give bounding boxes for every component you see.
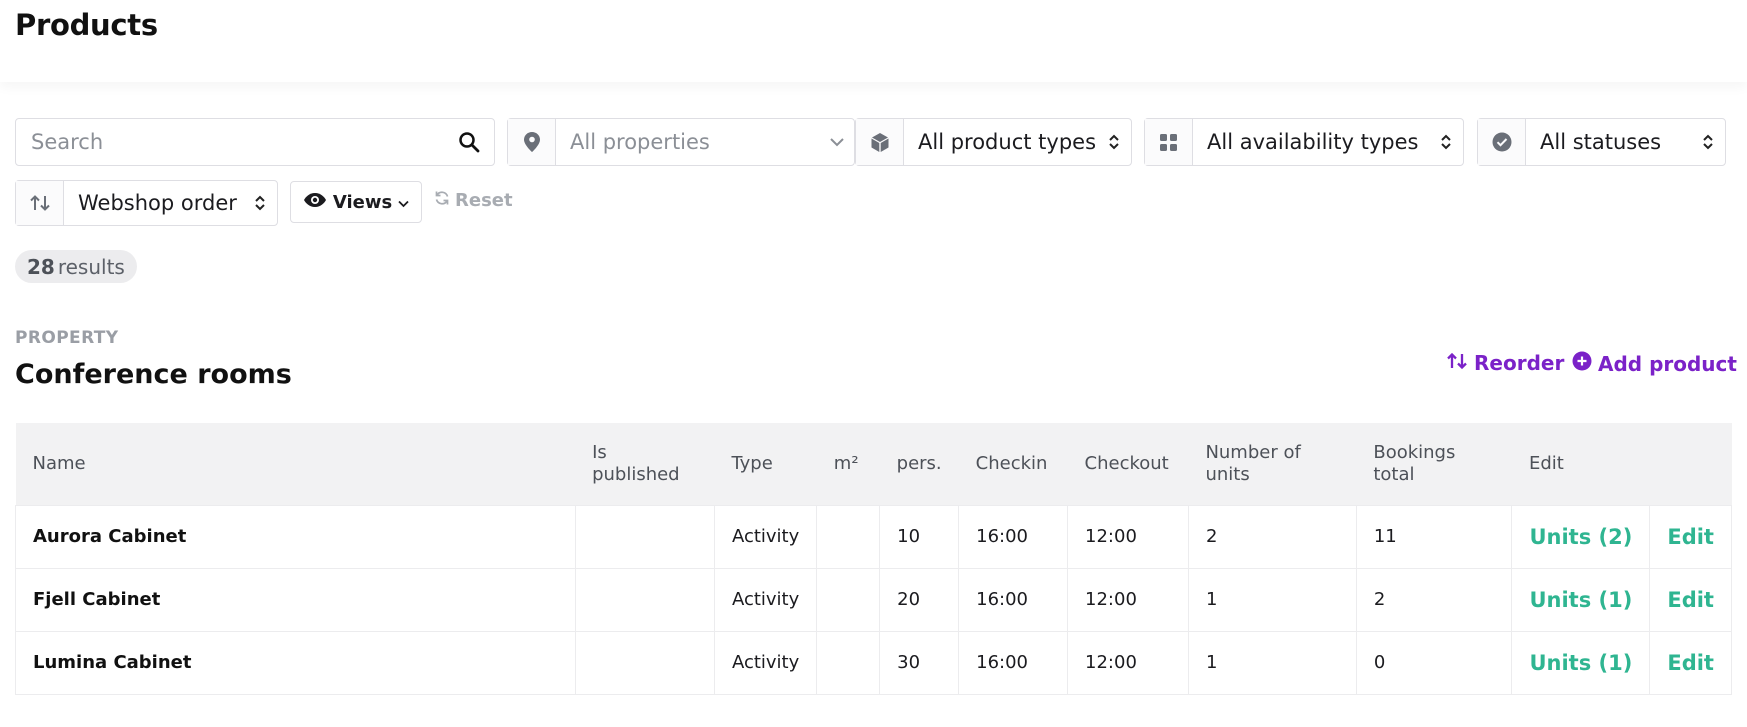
- col-header-area[interactable]: m²: [816, 423, 880, 505]
- edit-link[interactable]: Edit: [1649, 630, 1732, 695]
- statuses-value: All statuses: [1540, 130, 1662, 154]
- search-icon[interactable]: [444, 119, 494, 165]
- reorder-button[interactable]: Reorder: [1446, 351, 1564, 375]
- views-button[interactable]: Views: [290, 181, 422, 223]
- col-header-edit: Edit: [1511, 423, 1732, 505]
- row-units: 1: [1187, 567, 1357, 632]
- eye-icon: [303, 192, 327, 213]
- availability-types-value: All availability types: [1207, 130, 1419, 154]
- check-circle-icon: [1478, 119, 1526, 165]
- edit-link[interactable]: Edit: [1649, 567, 1732, 632]
- table-row: Lumina Cabinet Activity 30 16:00 12:00 1…: [15, 630, 1732, 695]
- updown-caret-icon: [243, 181, 277, 225]
- edit-link[interactable]: Edit: [1649, 504, 1732, 569]
- col-header-units[interactable]: Number of units: [1188, 423, 1357, 505]
- grid-icon: [1145, 119, 1193, 165]
- col-header-units-line2: units: [1205, 463, 1250, 485]
- sort-arrows-icon: [1446, 351, 1468, 375]
- row-published: [574, 567, 715, 632]
- row-name: Aurora Cabinet: [15, 504, 576, 569]
- table-header-row: Name Is published Type m² pers. Checkin C…: [15, 423, 1732, 505]
- statuses-select[interactable]: All statuses: [1477, 118, 1726, 166]
- row-type: Activity: [713, 630, 818, 695]
- add-product-label: Add product: [1598, 351, 1737, 376]
- sort-order-value: Webshop order: [78, 191, 237, 215]
- row-type: Activity: [713, 567, 818, 632]
- row-checkin: 16:00: [958, 630, 1069, 695]
- row-checkin: 16:00: [958, 504, 1069, 569]
- reset-label: Reset: [455, 190, 513, 211]
- row-checkout: 12:00: [1067, 504, 1189, 569]
- row-pers: 10: [879, 504, 960, 569]
- col-header-type[interactable]: Type: [714, 423, 817, 505]
- add-product-button[interactable]: Add product: [1572, 351, 1737, 376]
- col-header-published-line2: published: [592, 463, 680, 485]
- units-link[interactable]: Units (2): [1511, 504, 1651, 569]
- col-header-name[interactable]: Name: [15, 423, 576, 505]
- row-checkin: 16:00: [958, 567, 1069, 632]
- results-count-badge: 28 results: [15, 250, 137, 283]
- row-bookings: 0: [1355, 630, 1513, 695]
- row-published: [574, 630, 715, 695]
- page-header: Products: [0, 0, 1747, 82]
- row-name: Lumina Cabinet: [15, 630, 576, 695]
- properties-value: All properties: [570, 130, 710, 154]
- reorder-label: Reorder: [1474, 351, 1565, 375]
- col-header-bookings-line1: Bookings: [1373, 441, 1456, 463]
- row-checkout: 12:00: [1067, 567, 1189, 632]
- properties-select[interactable]: All properties: [507, 118, 855, 166]
- updown-caret-icon: [1097, 119, 1131, 165]
- row-units: 1: [1187, 630, 1357, 695]
- row-pers: 30: [879, 630, 960, 695]
- updown-caret-icon: [1429, 119, 1463, 165]
- sort-arrows-icon: [16, 181, 64, 225]
- col-header-published-line1: Is: [592, 441, 607, 463]
- product-types-value: All product types: [918, 130, 1097, 154]
- table-row: Aurora Cabinet Activity 10 16:00 12:00 2…: [15, 504, 1732, 569]
- row-pers: 20: [879, 567, 960, 632]
- col-header-bookings-line2: total: [1373, 463, 1415, 485]
- row-type: Activity: [713, 504, 818, 569]
- search-input[interactable]: Search: [16, 119, 444, 165]
- map-pin-icon: [508, 119, 556, 165]
- col-header-pers[interactable]: pers.: [879, 423, 959, 505]
- table-row: Fjell Cabinet Activity 20 16:00 12:00 1 …: [15, 567, 1732, 632]
- row-units: 2: [1187, 504, 1357, 569]
- search-field[interactable]: Search: [15, 118, 495, 166]
- products-table: Name Is published Type m² pers. Checkin C…: [15, 423, 1732, 695]
- col-header-published[interactable]: Is published: [575, 423, 715, 505]
- row-bookings: 11: [1355, 504, 1513, 569]
- row-published: [574, 504, 715, 569]
- col-header-units-line1: Number of: [1205, 441, 1301, 463]
- row-bookings: 2: [1355, 567, 1513, 632]
- col-header-checkin[interactable]: Checkin: [958, 423, 1068, 505]
- page-title: Products: [15, 8, 158, 42]
- views-label: Views: [332, 191, 393, 213]
- reset-icon: [434, 190, 450, 211]
- row-checkout: 12:00: [1067, 630, 1189, 695]
- updown-caret-icon: [1691, 119, 1725, 165]
- section-title: Conference rooms: [15, 359, 292, 390]
- row-area: [816, 630, 881, 695]
- chevron-down-icon: [820, 119, 854, 165]
- reset-button[interactable]: Reset: [434, 190, 513, 211]
- plus-circle-icon: [1572, 351, 1592, 376]
- row-area: [816, 567, 881, 632]
- col-header-checkout[interactable]: Checkout: [1067, 423, 1189, 505]
- product-types-select[interactable]: All product types: [855, 118, 1132, 166]
- results-label: results: [57, 254, 125, 279]
- row-area: [816, 504, 881, 569]
- sort-order-select[interactable]: Webshop order: [15, 180, 278, 226]
- units-link[interactable]: Units (1): [1511, 567, 1651, 632]
- row-name: Fjell Cabinet: [15, 567, 576, 632]
- section-eyebrow: PROPERTY: [15, 328, 119, 348]
- availability-types-select[interactable]: All availability types: [1144, 118, 1464, 166]
- results-count: 28: [27, 254, 55, 279]
- col-header-bookings[interactable]: Bookings total: [1356, 423, 1512, 505]
- cube-icon: [856, 119, 904, 165]
- chevron-down-icon: [398, 192, 409, 213]
- units-link[interactable]: Units (1): [1511, 630, 1651, 695]
